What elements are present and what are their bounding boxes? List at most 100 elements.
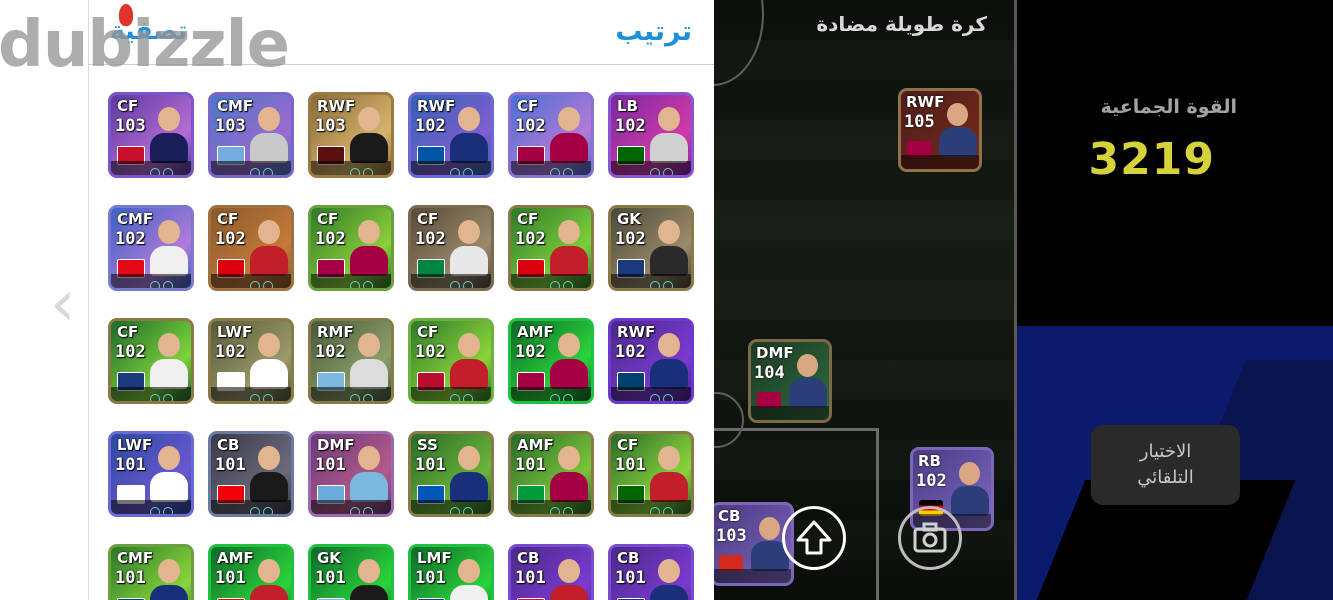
prev-chevron-icon[interactable]: ‹ <box>50 272 76 336</box>
player-portrait <box>145 327 191 389</box>
player-rating: 101 <box>515 455 546 475</box>
player-position: CF <box>117 323 139 341</box>
player-rating: 102 <box>315 229 346 249</box>
sort-button[interactable]: ترتيب <box>615 16 692 47</box>
skill-dots-icon <box>147 502 177 514</box>
player-rating: 101 <box>415 568 446 588</box>
player-portrait <box>445 214 491 276</box>
player-position: CMF <box>117 210 154 228</box>
player-position: CF <box>117 97 139 115</box>
player-card[interactable]: RWF 102 <box>608 318 694 404</box>
player-card[interactable]: CB 101 <box>208 431 294 517</box>
player-position: GK <box>617 210 641 228</box>
player-rating: 103 <box>215 116 246 136</box>
player-card[interactable]: CF 102 <box>108 318 194 404</box>
upload-button[interactable] <box>782 506 846 570</box>
filter-button[interactable]: تصفية <box>110 16 187 45</box>
player-rating: 103 <box>716 526 747 546</box>
player-rating: 105 <box>904 112 935 132</box>
player-rating: 103 <box>115 116 146 136</box>
player-card[interactable]: CMF 101 <box>108 544 194 600</box>
player-card[interactable]: CF 102 <box>408 205 494 291</box>
card-footer <box>901 155 979 169</box>
player-rating: 101 <box>215 568 246 588</box>
player-rating: 104 <box>754 363 785 383</box>
player-rating: 101 <box>115 568 146 588</box>
player-position: AMF <box>517 436 554 454</box>
pitch-stripe <box>714 280 1017 320</box>
player-position: CF <box>417 210 439 228</box>
player-card[interactable]: GK 102 <box>608 205 694 291</box>
upload-arrow-icon <box>796 520 832 555</box>
player-portrait <box>345 553 391 600</box>
player-position: RWF <box>317 97 356 115</box>
player-card[interactable]: CF 102 <box>508 92 594 178</box>
player-card[interactable]: CB 101 <box>508 544 594 600</box>
player-position: SS <box>417 436 438 454</box>
player-card[interactable]: RWF 102 <box>408 92 494 178</box>
player-card[interactable]: LWF 101 <box>108 431 194 517</box>
skill-dots-icon <box>147 389 177 401</box>
player-position: DMF <box>756 344 794 362</box>
pitch-stripe <box>714 200 1017 240</box>
player-card[interactable]: DMF 101 <box>308 431 394 517</box>
player-card[interactable]: CMF 102 <box>108 205 194 291</box>
player-portrait <box>545 101 591 163</box>
player-rating: 102 <box>615 342 646 362</box>
player-card[interactable]: CF 103 <box>108 92 194 178</box>
player-portrait <box>545 214 591 276</box>
player-rating: 102 <box>615 229 646 249</box>
auto-select-button[interactable]: الاختيار التلقائي <box>1091 425 1240 505</box>
skill-dots-icon <box>347 163 377 175</box>
player-card[interactable]: GK 101 <box>308 544 394 600</box>
card-footer <box>714 569 791 583</box>
player-card[interactable]: AMF 102 <box>508 318 594 404</box>
player-position: LWF <box>217 323 253 341</box>
player-card[interactable]: CF 102 <box>208 205 294 291</box>
player-portrait <box>645 440 691 502</box>
player-card[interactable]: CF 102 <box>408 318 494 404</box>
pitch-player-card[interactable]: RWF 105 <box>898 88 982 172</box>
player-rating: 103 <box>315 116 346 136</box>
player-position: RMF <box>317 323 354 341</box>
player-position: CF <box>517 97 539 115</box>
player-card[interactable]: RMF 102 <box>308 318 394 404</box>
player-card[interactable]: AMF 101 <box>508 431 594 517</box>
skill-dots-icon <box>247 389 277 401</box>
player-card[interactable]: AMF 101 <box>208 544 294 600</box>
skill-dots-icon <box>347 502 377 514</box>
player-card[interactable]: CB 101 <box>608 544 694 600</box>
player-position: CB <box>718 507 741 525</box>
player-rating: 101 <box>615 568 646 588</box>
player-rating: 101 <box>515 568 546 588</box>
pitch-player-card[interactable]: DMF 104 <box>748 339 832 423</box>
player-rating: 102 <box>315 342 346 362</box>
player-rating: 102 <box>515 342 546 362</box>
player-portrait <box>245 327 291 389</box>
player-card[interactable]: RWF 103 <box>308 92 394 178</box>
player-portrait <box>645 553 691 600</box>
player-card[interactable]: CMF 103 <box>208 92 294 178</box>
player-portrait <box>245 440 291 502</box>
skill-dots-icon <box>447 389 477 401</box>
skill-dots-icon <box>647 389 677 401</box>
player-card[interactable]: LWF 102 <box>208 318 294 404</box>
player-rating: 101 <box>415 455 446 475</box>
player-rating: 101 <box>115 455 146 475</box>
skill-dots-icon <box>447 163 477 175</box>
player-rating: 102 <box>615 116 646 136</box>
player-card[interactable]: LMF 101 <box>408 544 494 600</box>
player-portrait <box>947 456 991 516</box>
player-card[interactable]: CF 101 <box>608 431 694 517</box>
player-position: LB <box>617 97 638 115</box>
player-card[interactable]: CF 102 <box>308 205 394 291</box>
player-card[interactable]: CF 102 <box>508 205 594 291</box>
player-card[interactable]: LB 102 <box>608 92 694 178</box>
camera-button[interactable] <box>898 506 962 570</box>
formation-label: كرة طويلة مضادة <box>816 12 987 36</box>
player-portrait <box>245 214 291 276</box>
player-card[interactable]: SS 101 <box>408 431 494 517</box>
team-strength-value: 3219 <box>1088 134 1215 185</box>
player-portrait <box>445 327 491 389</box>
player-position: RWF <box>617 323 656 341</box>
